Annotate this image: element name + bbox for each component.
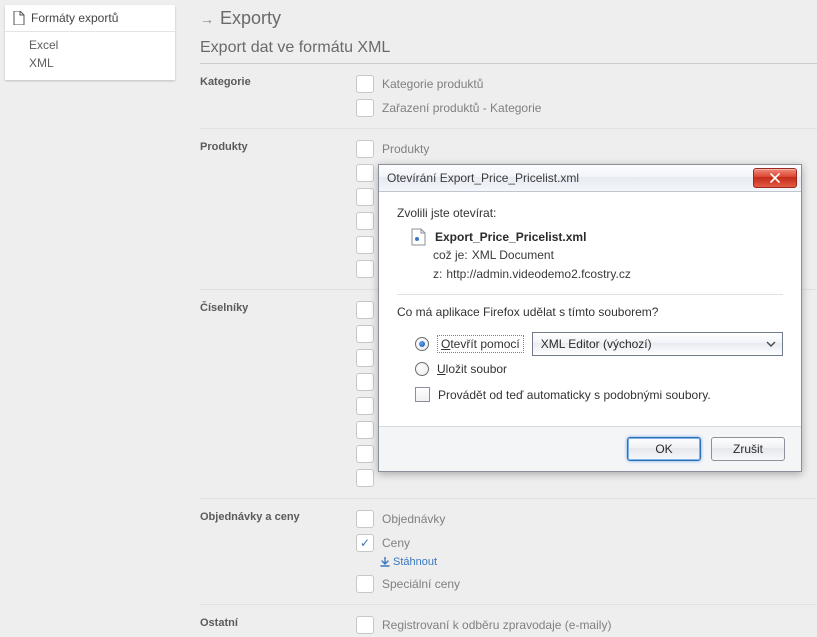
app-select[interactable]: XML Editor (výchozí) bbox=[532, 332, 783, 356]
sidebar: Formáty exportů Excel XML bbox=[5, 5, 175, 80]
dialog-footer: OK Zrušit bbox=[379, 426, 801, 471]
chk-zarazeni-kategorie[interactable]: Zařazení produktů - Kategorie bbox=[356, 96, 817, 120]
dialog-filename: Export_Price_Pricelist.xml bbox=[435, 230, 586, 244]
checkbox-icon bbox=[356, 99, 374, 117]
checkbox-icon bbox=[356, 575, 374, 593]
checkbox-icon bbox=[356, 164, 374, 182]
ok-button[interactable]: OK bbox=[627, 437, 701, 461]
open-with-label: Otevřít pomocí bbox=[437, 335, 524, 353]
chk-objednavky[interactable]: Objednávky bbox=[356, 507, 817, 531]
download-link-ceny[interactable]: Stáhnout bbox=[380, 555, 437, 572]
dialog-lead: Zvolili jste otevírat: bbox=[397, 206, 783, 220]
checkbox-icon bbox=[356, 75, 374, 93]
sidebar-item-xml[interactable]: XML bbox=[29, 54, 175, 72]
section-label-ostatni: Ostatní bbox=[200, 613, 356, 629]
dialog-from-value: http://admin.videodemo2.fcostry.cz bbox=[446, 265, 631, 284]
checkbox-icon bbox=[356, 373, 374, 391]
section-label-produkty: Produkty bbox=[200, 137, 356, 153]
radio-icon bbox=[415, 362, 429, 376]
checkbox-icon bbox=[356, 445, 374, 463]
auto-label: Provádět od teď automaticky s podobnými … bbox=[438, 388, 711, 402]
app-select-value: XML Editor (výchozí) bbox=[541, 337, 652, 351]
radio-open-with[interactable]: Otevřít pomocí XML Editor (výchozí) bbox=[397, 329, 783, 359]
dialog-body: Zvolili jste otevírat: Export_Price_Pric… bbox=[379, 192, 801, 420]
dialog-subinfo: což je: XML Document z: http://admin.vid… bbox=[397, 246, 783, 284]
checkbox-icon bbox=[356, 212, 374, 230]
dialog-question: Co má aplikace Firefox udělat s tímto so… bbox=[397, 305, 783, 319]
chk-registrovani-emaily[interactable]: Registrovaní k odběru zpravodaje (e-mail… bbox=[356, 613, 817, 637]
chk-ceny[interactable]: Ceny bbox=[356, 531, 817, 555]
checkbox-icon bbox=[356, 140, 374, 158]
arrow-right-icon: → bbox=[200, 11, 214, 27]
checkbox-auto[interactable]: Provádět od teď automaticky s podobnými … bbox=[397, 379, 783, 406]
page-title: Exporty bbox=[220, 8, 281, 29]
radio-selected-icon bbox=[415, 337, 429, 351]
checkbox-icon bbox=[356, 188, 374, 206]
checkbox-icon bbox=[356, 236, 374, 254]
checkbox-icon bbox=[356, 469, 374, 487]
section-ostatni: Ostatní Registrovaní k odběru zpravodaje… bbox=[200, 613, 817, 637]
chk-kategorie-produktu[interactable]: Kategorie produktů bbox=[356, 72, 817, 96]
section-label-objednavky: Objednávky a ceny bbox=[200, 507, 356, 523]
checkbox-icon bbox=[356, 397, 374, 415]
sidebar-header: Formáty exportů bbox=[5, 5, 175, 32]
dialog-close-button[interactable] bbox=[753, 168, 797, 188]
chk-produkty[interactable]: Produkty bbox=[356, 137, 817, 161]
file-xml-icon bbox=[411, 228, 427, 246]
radio-save-file[interactable]: Uložit soubor bbox=[397, 359, 783, 379]
section-label-ciselniky: Číselníky bbox=[200, 298, 356, 314]
checkbox-icon bbox=[415, 387, 430, 402]
section-label-kategorie: Kategorie bbox=[200, 72, 356, 88]
sidebar-item-excel[interactable]: Excel bbox=[29, 36, 175, 54]
checkbox-checked-icon bbox=[356, 534, 374, 552]
dialog-title: Otevírání Export_Price_Pricelist.xml bbox=[387, 171, 579, 185]
page-title-row: → Exporty bbox=[200, 0, 817, 35]
dialog-type-label: což je: bbox=[433, 246, 468, 265]
download-dialog: Otevírání Export_Price_Pricelist.xml Zvo… bbox=[378, 164, 802, 472]
checkbox-icon bbox=[356, 260, 374, 278]
chevron-down-icon bbox=[766, 341, 776, 347]
chk-specialni-ceny[interactable]: Speciální ceny bbox=[356, 572, 817, 596]
checkbox-icon bbox=[356, 349, 374, 367]
download-icon bbox=[380, 557, 390, 567]
dialog-from-label: z: bbox=[433, 265, 442, 284]
checkbox-icon bbox=[356, 301, 374, 319]
checkbox-icon bbox=[356, 616, 374, 634]
dialog-type-value: XML Document bbox=[472, 246, 554, 265]
cancel-button[interactable]: Zrušit bbox=[711, 437, 785, 461]
section-objednavky: Objednávky a ceny Objednávky Ceny Stáhno… bbox=[200, 507, 817, 596]
save-file-label: Uložit soubor bbox=[437, 362, 507, 376]
section-kategorie: Kategorie Kategorie produktů Zařazení pr… bbox=[200, 72, 817, 120]
checkbox-icon bbox=[356, 421, 374, 439]
sidebar-title: Formáty exportů bbox=[31, 11, 118, 25]
page-subtitle: Export dat ve formátu XML bbox=[200, 35, 817, 64]
dialog-file-row: Export_Price_Pricelist.xml bbox=[397, 228, 783, 246]
document-icon bbox=[13, 11, 25, 25]
checkbox-icon bbox=[356, 510, 374, 528]
dialog-titlebar[interactable]: Otevírání Export_Price_Pricelist.xml bbox=[379, 165, 801, 192]
checkbox-icon bbox=[356, 325, 374, 343]
